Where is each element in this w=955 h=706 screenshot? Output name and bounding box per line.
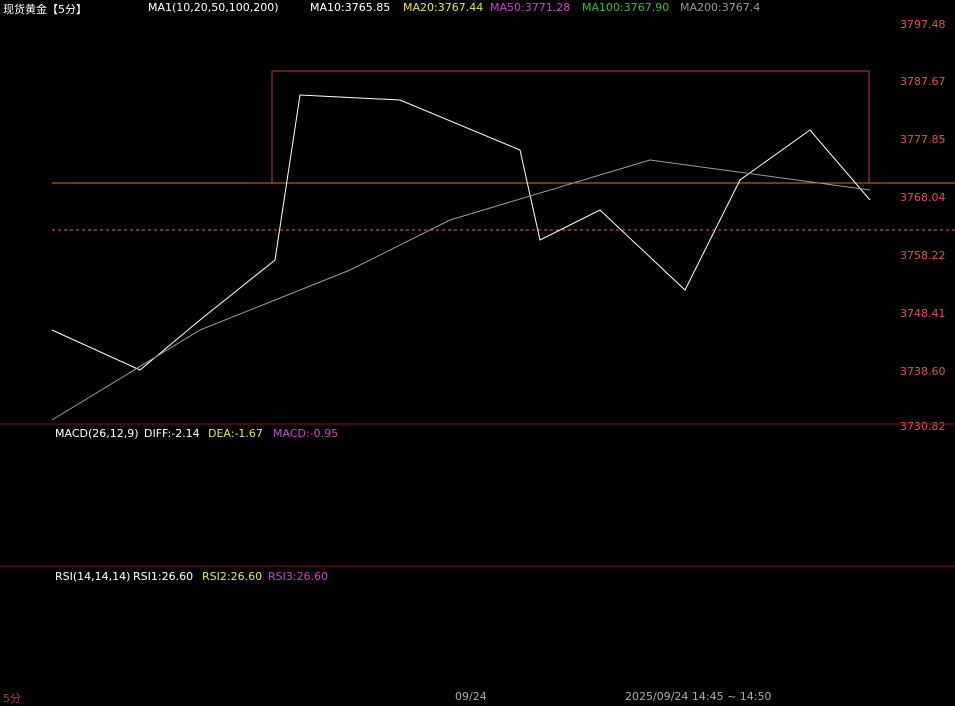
ma200-line bbox=[51, 159, 871, 421]
price-line bbox=[51, 94, 871, 371]
chart[interactable] bbox=[0, 0, 955, 702]
box bbox=[271, 70, 870, 184]
